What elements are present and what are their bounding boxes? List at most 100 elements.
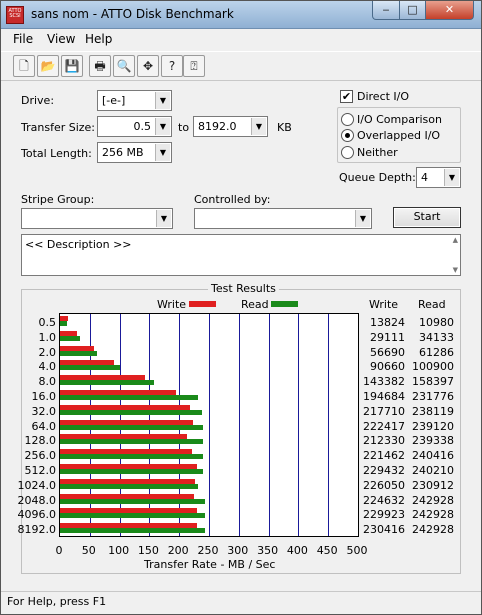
total-length-value: 256 MB: [102, 146, 144, 159]
controlled-by-label: Controlled by:: [194, 193, 271, 206]
scroll-down-icon[interactable]: ▼: [453, 266, 458, 274]
transfer-from-value: 0.5: [133, 120, 152, 133]
stripe-group-select[interactable]: ▼: [21, 208, 173, 229]
category-label: 0.5: [38, 316, 57, 329]
close-button[interactable]: ✕: [425, 1, 474, 20]
transfer-size-to-select[interactable]: 8192.0 ▼: [193, 116, 268, 137]
x-axis-label: Transfer Rate - MB / Sec: [144, 558, 276, 571]
help-button[interactable]: ?: [161, 55, 183, 77]
description-textarea[interactable]: << Description >> ▲ ▼: [21, 234, 461, 276]
menu-bar: File View Help: [1, 29, 481, 49]
app-icon-text: ATTO SCSI: [8, 8, 22, 19]
read-bar: [60, 395, 199, 400]
chevron-down-icon[interactable]: ▼: [155, 92, 170, 109]
total-length-select[interactable]: 256 MB ▼: [97, 142, 172, 163]
menu-file[interactable]: File: [13, 32, 33, 46]
scroll-up-icon[interactable]: ▲: [453, 236, 458, 244]
new-button[interactable]: 🗋: [13, 55, 35, 77]
write-column-header: Write: [369, 298, 399, 311]
queue-depth-value: 4: [421, 171, 428, 184]
x-tick-label: 150: [137, 544, 159, 557]
write-value: 90660: [370, 360, 405, 374]
overlapped-io-radio[interactable]: [341, 129, 354, 142]
read-value: 238119: [412, 404, 454, 418]
read-bar: [60, 469, 204, 474]
move-button[interactable]: ✥: [137, 55, 159, 77]
chevron-down-icon[interactable]: ▼: [355, 210, 370, 227]
legend-read-swatch: [271, 301, 298, 307]
legend-write-label: Write: [157, 298, 187, 311]
maximize-button[interactable]: □: [399, 1, 426, 20]
chevron-down-icon[interactable]: ▼: [251, 118, 266, 135]
status-bar: For Help, press F1: [1, 591, 481, 614]
save-button[interactable]: 💾: [61, 55, 83, 77]
read-value: 242928: [412, 493, 454, 507]
grid-line: [268, 314, 270, 536]
context-help-button[interactable]: ⍰: [183, 55, 205, 77]
direct-io-checkbox[interactable]: ✔: [340, 90, 353, 103]
drive-select-value: [-e-]: [102, 94, 126, 107]
chevron-down-icon[interactable]: ▼: [155, 118, 170, 135]
neither-radio[interactable]: [341, 146, 354, 159]
x-tick-label: 450: [316, 544, 338, 557]
read-column-header: Read: [418, 298, 446, 311]
read-bar: [60, 321, 67, 326]
menu-help[interactable]: Help: [85, 32, 112, 46]
grid-line: [209, 314, 210, 536]
menu-view[interactable]: View: [47, 32, 75, 46]
write-value: 224632: [363, 493, 405, 507]
total-length-label: Total Length:: [21, 147, 92, 160]
transfer-to-value: 8192.0: [198, 120, 237, 133]
read-value: 10980: [419, 316, 454, 329]
controlled-by-select[interactable]: ▼: [194, 208, 372, 229]
chevron-down-icon[interactable]: ▼: [155, 144, 170, 161]
read-bar: [60, 409, 202, 415]
queue-depth-select[interactable]: 4 ▼: [416, 167, 461, 188]
print-preview-button[interactable]: 🔍: [113, 55, 135, 77]
read-value: 158397: [412, 375, 454, 389]
kb-label: KB: [277, 121, 292, 134]
category-label: 128.0: [24, 434, 57, 448]
read-value: 242928: [412, 523, 454, 537]
start-button[interactable]: Start: [393, 207, 461, 228]
neither-label: Neither: [357, 146, 398, 159]
read-bar: [60, 380, 155, 386]
category-label: 8192.0: [17, 523, 57, 537]
print-button[interactable]: 🖶: [89, 55, 111, 77]
read-bar: [60, 454, 204, 460]
read-value: 100900: [412, 360, 454, 374]
write-value: 217710: [363, 404, 405, 418]
write-value: 229432: [363, 464, 405, 477]
title-bar[interactable]: ATTO SCSI sans nom - ATTO Disk Benchmark…: [1, 1, 481, 29]
direct-io-label: Direct I/O: [357, 90, 410, 103]
category-label: 32.0: [31, 404, 57, 418]
read-value: 230912: [412, 478, 454, 492]
save-icon: 💾: [64, 59, 80, 73]
category-label: 16.0: [31, 390, 57, 403]
drive-select[interactable]: [-e-] ▼: [97, 90, 172, 111]
category-label: 4.0: [38, 360, 57, 374]
write-value: 13824: [370, 316, 405, 329]
print-preview-icon: 🔍: [116, 59, 132, 73]
write-value: 194684: [363, 390, 405, 403]
io-comparison-label: I/O Comparison: [357, 113, 442, 126]
drive-label: Drive:: [21, 94, 55, 107]
app-icon[interactable]: ATTO SCSI: [6, 6, 24, 24]
transfer-size-from-select[interactable]: 0.5 ▼: [97, 116, 172, 137]
write-value: 221462: [363, 449, 405, 463]
minimize-button[interactable]: ‒: [372, 1, 400, 20]
chevron-down-icon[interactable]: ▼: [444, 169, 459, 186]
read-value: 239338: [412, 434, 454, 448]
io-comparison-radio[interactable]: [341, 113, 354, 126]
open-button[interactable]: 📂: [37, 55, 59, 77]
read-value: 240416: [412, 449, 454, 463]
category-label: 1024.0: [17, 478, 57, 492]
legend-read-label: Read: [241, 298, 269, 311]
read-value: 231776: [412, 390, 454, 403]
write-value: 222417: [363, 419, 405, 433]
category-label: 2.0: [38, 345, 57, 359]
read-bar: [60, 528, 205, 534]
grid-line: [238, 314, 240, 536]
chevron-down-icon[interactable]: ▼: [156, 210, 171, 227]
read-bar: [60, 439, 203, 445]
